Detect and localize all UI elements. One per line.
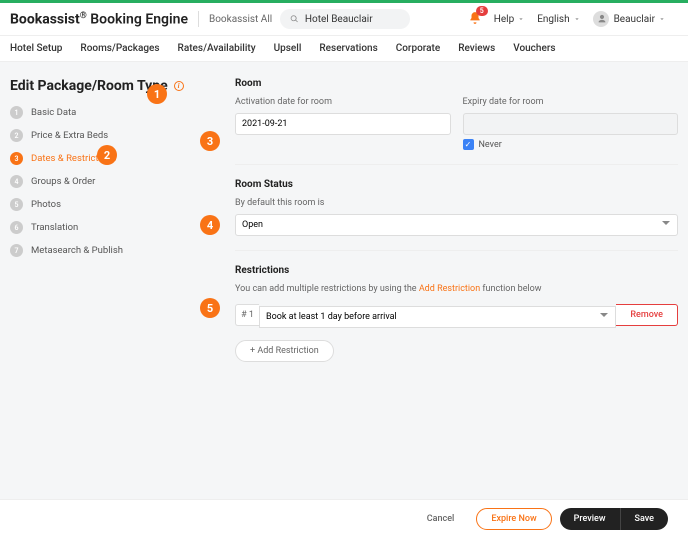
divider (235, 250, 678, 251)
divider (235, 164, 678, 165)
nav-corporate[interactable]: Corporate (396, 43, 440, 54)
restriction-row: # 1 Remove (235, 304, 678, 328)
annotation-marker-1: 1 (147, 84, 167, 104)
search-icon (290, 14, 299, 24)
expiry-date-label: Expiry date for room (463, 97, 679, 107)
nav-reviews[interactable]: Reviews (458, 43, 495, 54)
brand: Bookassist® Booking Engine (10, 11, 188, 28)
user-menu[interactable]: Beauclair (593, 11, 666, 27)
nav-upsell[interactable]: Upsell (274, 43, 302, 54)
chevron-down-icon (517, 15, 525, 23)
notification-count: 5 (476, 6, 488, 16)
chevron-down-icon (658, 15, 666, 23)
nav-rates-availability[interactable]: Rates/Availability (178, 43, 256, 54)
activation-date-input[interactable] (235, 113, 451, 135)
section-room: Room Activation date for room Expiry dat… (235, 78, 678, 150)
step-photos[interactable]: 5Photos (10, 198, 195, 211)
step-translation[interactable]: 6Translation (10, 221, 195, 234)
annotation-marker-4: 4 (200, 215, 220, 235)
section-restrictions: Restrictions You can add multiple restri… (235, 265, 678, 362)
annotation-marker-5: 5 (200, 298, 220, 318)
annotation-marker-3: 3 (200, 131, 220, 151)
form-content: Room Activation date for room Expiry dat… (195, 78, 678, 362)
chevron-down-icon (573, 15, 581, 23)
page-title: Edit Package/Room Type i (10, 78, 195, 94)
room-status-label: By default this room is (235, 198, 678, 208)
expire-now-button[interactable]: Expire Now (476, 508, 551, 530)
step-basic-data[interactable]: 1Basic Data (10, 106, 195, 119)
search-box[interactable] (280, 9, 410, 29)
room-status-select[interactable] (235, 212, 678, 236)
brand-product: Booking Engine (90, 11, 188, 27)
avatar (593, 11, 609, 27)
expiry-date-input (463, 113, 679, 135)
restrictions-hint: You can add multiple restrictions by usi… (235, 284, 678, 294)
restrictions-heading: Restrictions (235, 265, 678, 276)
nav-rooms-packages[interactable]: Rooms/Packages (80, 43, 159, 54)
search-input[interactable] (305, 14, 400, 25)
restriction-value[interactable] (259, 306, 616, 328)
notifications[interactable]: 5 (468, 10, 482, 29)
app-header: Bookassist® Booking Engine Bookassist Al… (0, 3, 688, 36)
add-restriction-button[interactable]: + Add Restriction (235, 340, 334, 362)
step-metasearch-publish[interactable]: 7Metasearch & Publish (10, 244, 195, 257)
help-link[interactable]: Help (494, 14, 525, 25)
divider (198, 11, 199, 27)
never-checkbox[interactable]: ✓Never (463, 139, 679, 150)
language-selector[interactable]: English (537, 14, 580, 25)
nav-vouchers[interactable]: Vouchers (513, 43, 555, 54)
user-icon (597, 14, 607, 24)
annotation-marker-2: 2 (97, 145, 117, 165)
room-status-value[interactable] (235, 214, 678, 236)
preview-button[interactable]: Preview (560, 508, 620, 530)
account-name[interactable]: Bookassist All (209, 14, 272, 25)
section-room-status: Room Status By default this room is (235, 179, 678, 236)
restriction-number: # 1 (235, 304, 259, 326)
step-groups-order[interactable]: 4Groups & Order (10, 175, 195, 188)
info-icon[interactable]: i (174, 81, 184, 91)
brand-name: Bookassist (10, 11, 80, 27)
steps-list: 1Basic Data 2Price & Extra Beds 3Dates &… (10, 106, 195, 257)
room-heading: Room (235, 78, 678, 89)
main-nav: Hotel Setup Rooms/Packages Rates/Availab… (0, 36, 688, 62)
nav-hotel-setup[interactable]: Hotel Setup (10, 43, 62, 54)
footer-actions: Cancel Expire Now Preview Save (0, 499, 688, 537)
nav-reservations[interactable]: Reservations (319, 43, 377, 54)
step-price-extra-beds[interactable]: 2Price & Extra Beds (10, 129, 195, 142)
activation-date-label: Activation date for room (235, 97, 451, 107)
save-button[interactable]: Save (620, 508, 668, 530)
restriction-select[interactable] (259, 304, 616, 328)
cancel-button[interactable]: Cancel (413, 508, 469, 530)
remove-restriction-button[interactable]: Remove (616, 304, 678, 326)
sidebar: Edit Package/Room Type i 1Basic Data 2Pr… (10, 78, 195, 362)
room-status-heading: Room Status (235, 179, 678, 190)
